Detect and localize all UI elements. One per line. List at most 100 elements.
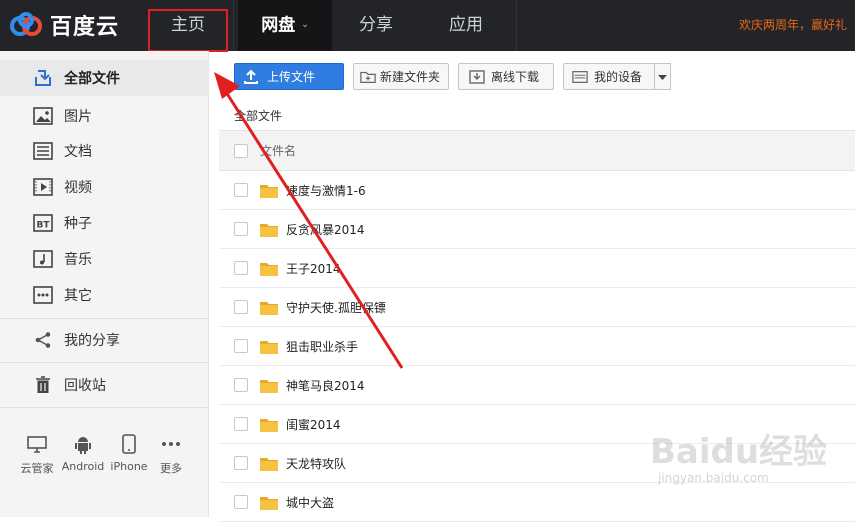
- sidebar-item-music[interactable]: 音乐: [0, 241, 209, 277]
- highlight-box: [148, 9, 228, 52]
- more-icon: [146, 432, 196, 456]
- select-all-checkbox[interactable]: [234, 143, 248, 158]
- top-bar: 百度云 主页 网盘 ⌄ 分享 应用 欢庆两周年，赢好礼: [0, 0, 855, 51]
- row-checkbox[interactable]: [234, 495, 248, 509]
- promo-link[interactable]: 欢庆两周年，赢好礼: [739, 0, 847, 51]
- nav-share[interactable]: 分享: [336, 0, 416, 51]
- logo[interactable]: 百度云: [8, 9, 119, 41]
- sidebar-item-documents[interactable]: 文档: [0, 133, 209, 169]
- image-icon: [33, 106, 53, 126]
- sidebar-item-label: 文档: [64, 144, 92, 160]
- sidebar-item-torrents[interactable]: BT 种子: [0, 205, 209, 241]
- sidebar-item-label: 回收站: [64, 378, 106, 394]
- watermark: Baidu经验 jingyan.baidu.com: [650, 424, 850, 514]
- caret-down-icon: [658, 75, 667, 80]
- device-android[interactable]: Android: [58, 432, 108, 473]
- breadcrumb[interactable]: 全部文件: [234, 107, 282, 124]
- file-name[interactable]: 城中大盗: [286, 494, 334, 511]
- sidebar-divider: [0, 362, 209, 363]
- column-header-filename[interactable]: 文件名: [260, 142, 296, 159]
- music-icon: [33, 249, 53, 269]
- sidebar-item-label: 我的分享: [64, 333, 120, 349]
- file-row[interactable]: 神笔马良2014: [219, 366, 855, 405]
- watermark-url: jingyan.baidu.com: [658, 471, 769, 485]
- device-label: 云管家: [20, 462, 54, 475]
- all-files-icon: [33, 68, 53, 88]
- row-checkbox[interactable]: [234, 261, 248, 275]
- file-name[interactable]: 速度与激情1-6: [286, 182, 366, 199]
- desktop-icon: [12, 432, 62, 456]
- new-folder-button-label: 新建文件夹: [380, 70, 441, 84]
- device-label: 更多: [160, 462, 182, 475]
- my-devices-button-label: 我的设备: [594, 70, 643, 84]
- row-checkbox[interactable]: [234, 417, 248, 431]
- nav-apps[interactable]: 应用: [426, 0, 506, 51]
- file-name[interactable]: 王子2014: [286, 260, 341, 277]
- file-row[interactable]: 守护天使.孤胆保镖: [219, 288, 855, 327]
- row-checkbox[interactable]: [234, 378, 248, 392]
- folder-icon: [260, 261, 278, 276]
- file-row[interactable]: 反贪风暴2014: [219, 210, 855, 249]
- sidebar-item-label: 全部文件: [64, 71, 120, 87]
- sidebar-item-my-share[interactable]: 我的分享: [0, 322, 209, 358]
- folder-icon: [260, 378, 278, 393]
- new-folder-button[interactable]: 新建文件夹: [353, 63, 449, 90]
- file-name[interactable]: 神笔马良2014: [286, 377, 365, 394]
- file-row[interactable]: 狙击职业杀手: [219, 327, 855, 366]
- folder-icon: [260, 495, 278, 510]
- file-row[interactable]: 速度与激情1-6: [219, 171, 855, 210]
- torrent-icon: BT: [33, 213, 53, 233]
- file-name[interactable]: 天龙特攻队: [286, 455, 346, 472]
- device-desktop[interactable]: 云管家: [12, 432, 62, 476]
- chevron-down-icon: ⌄: [301, 20, 309, 30]
- watermark-text: Baidu经验: [650, 432, 828, 472]
- nav-divider: [233, 0, 234, 51]
- upload-button-label: 上传文件: [267, 70, 316, 84]
- file-name[interactable]: 狙击职业杀手: [286, 338, 358, 355]
- file-row[interactable]: 王子2014: [219, 249, 855, 288]
- row-checkbox[interactable]: [234, 183, 248, 197]
- sidebar-item-all-files[interactable]: 全部文件: [0, 60, 209, 96]
- folder-icon: [260, 222, 278, 237]
- share-icon: [33, 330, 53, 350]
- brand-name: 百度云: [50, 15, 120, 40]
- upload-icon: [243, 69, 259, 85]
- row-checkbox[interactable]: [234, 339, 248, 353]
- file-name[interactable]: 守护天使.孤胆保镖: [286, 299, 386, 316]
- sidebar-item-videos[interactable]: 视频: [0, 169, 209, 205]
- cloud-logo-icon: [8, 11, 46, 39]
- offline-download-button[interactable]: 离线下载: [458, 63, 554, 90]
- folder-icon: [260, 339, 278, 354]
- folder-icon: [260, 183, 278, 198]
- nav-netdisk[interactable]: 网盘 ⌄: [238, 0, 332, 51]
- offline-download-button-label: 离线下载: [491, 70, 540, 84]
- other-icon: [33, 285, 53, 305]
- sidebar-divider: [0, 407, 209, 408]
- file-name[interactable]: 闺蜜2014: [286, 416, 341, 433]
- sidebar-item-label: 视频: [64, 180, 92, 196]
- video-icon: [33, 177, 53, 197]
- offline-download-icon: [469, 69, 485, 85]
- device-label: Android: [61, 460, 105, 473]
- sidebar-item-other[interactable]: 其它: [0, 277, 209, 313]
- sidebar-item-label: 其它: [64, 288, 92, 304]
- new-folder-icon: [360, 69, 376, 85]
- upload-button[interactable]: 上传文件: [234, 63, 344, 90]
- trash-icon: [33, 375, 53, 395]
- file-name[interactable]: 反贪风暴2014: [286, 221, 365, 238]
- row-checkbox[interactable]: [234, 456, 248, 470]
- folder-icon: [260, 300, 278, 315]
- sidebar-item-label: 图片: [64, 109, 92, 125]
- my-devices-dropdown[interactable]: [654, 63, 671, 90]
- sidebar-item-recycle-bin[interactable]: 回收站: [0, 367, 209, 403]
- sidebar-item-label: 种子: [64, 216, 92, 232]
- row-checkbox[interactable]: [234, 222, 248, 236]
- sidebar-item-images[interactable]: 图片: [0, 98, 209, 134]
- nav-netdisk-label: 网盘: [261, 15, 296, 36]
- folder-icon: [260, 417, 278, 432]
- my-devices-button[interactable]: 我的设备: [563, 63, 655, 90]
- device-more[interactable]: 更多: [146, 432, 196, 476]
- sidebar-item-label: 音乐: [64, 252, 92, 268]
- row-checkbox[interactable]: [234, 300, 248, 314]
- device-icon: [572, 69, 588, 85]
